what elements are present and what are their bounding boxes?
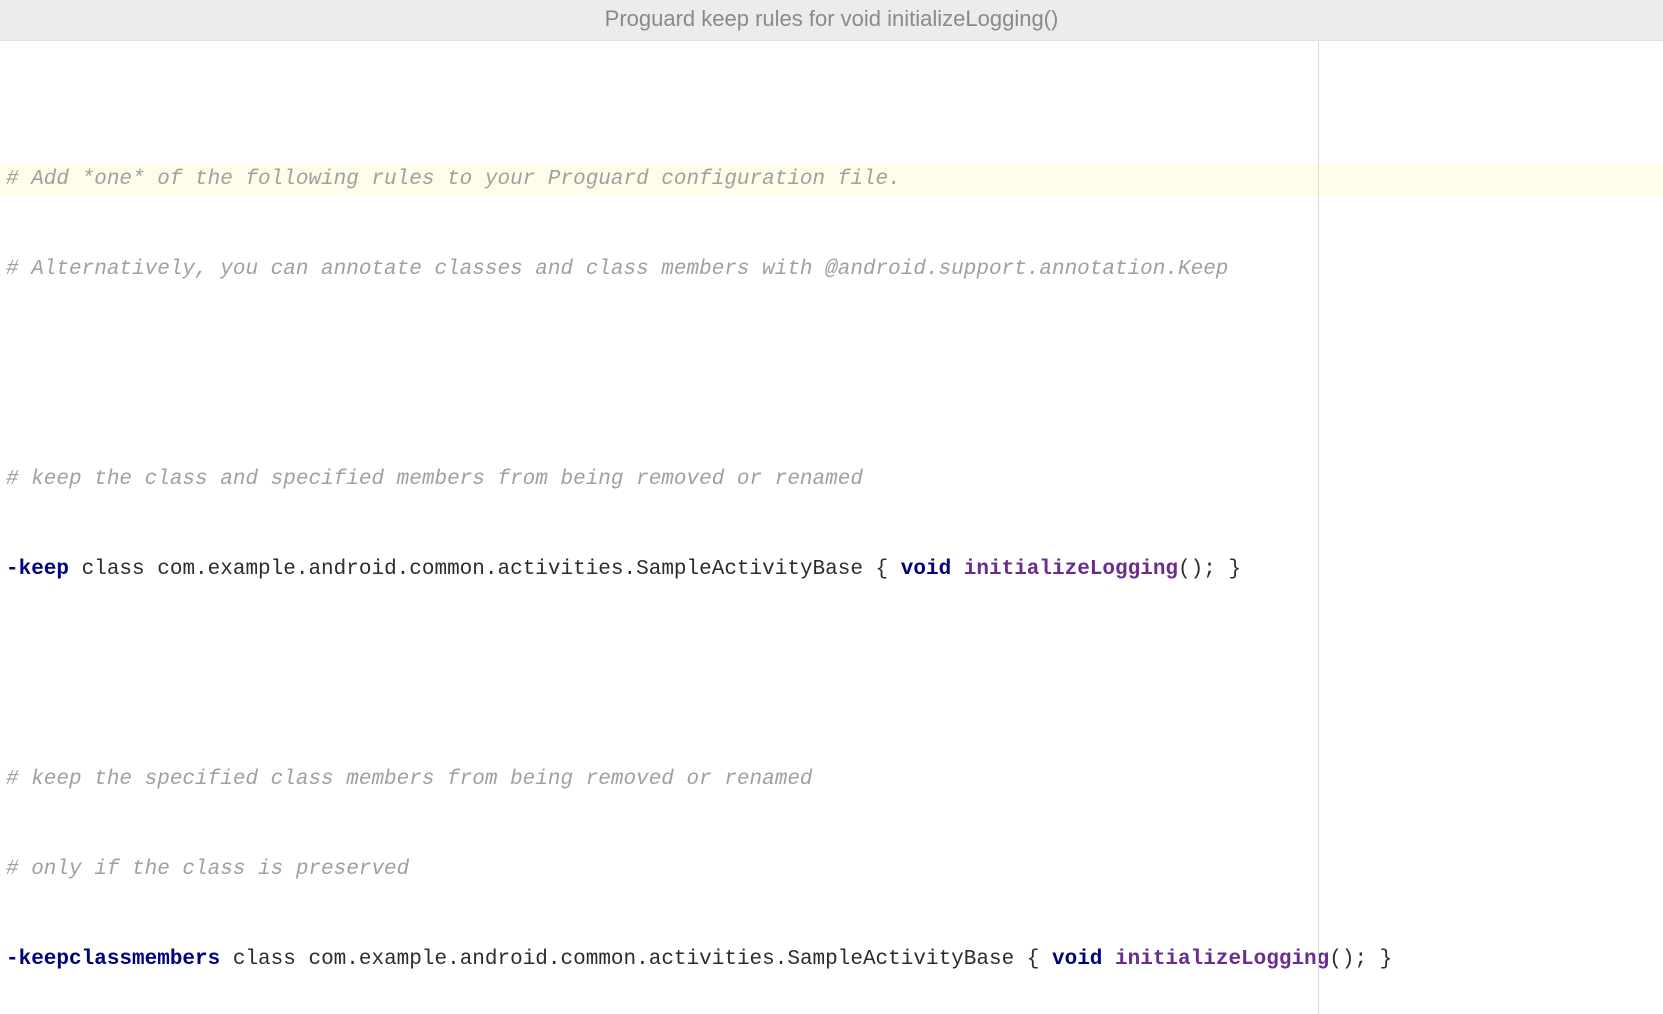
code-line: -keepclassmembers class com.example.andr…	[0, 945, 1663, 975]
code-line: # keep the specified class members from …	[0, 765, 1663, 795]
window-title: Proguard keep rules for void initializeL…	[0, 0, 1663, 41]
blank-line	[0, 345, 1663, 375]
comment-text: # only if the class is preserved	[6, 858, 409, 881]
code-line: # keep the class and specified members f…	[0, 465, 1663, 495]
comment-text: # keep the specified class members from …	[6, 768, 813, 791]
code-text: (); }	[1329, 948, 1392, 971]
code-editor[interactable]: # Add *one* of the following rules to yo…	[0, 41, 1663, 1014]
code-text: class	[69, 558, 157, 581]
keyword-void: void	[901, 558, 951, 581]
keyword-void: void	[1052, 948, 1102, 971]
code-line: # only if the class is preserved	[0, 855, 1663, 885]
proguard-directive: -keepclassmembers	[6, 948, 220, 971]
method-name: initializeLogging	[951, 558, 1178, 581]
comment-text: # Add *one* of the following rules to yo…	[6, 168, 901, 191]
code-line: -keep class com.example.android.common.a…	[0, 555, 1663, 585]
class-fqn: com.example.android.common.activities.Sa…	[308, 948, 1052, 971]
method-name: initializeLogging	[1102, 948, 1329, 971]
code-line: # Add *one* of the following rules to yo…	[0, 165, 1663, 195]
comment-text: # Alternatively, you can annotate classe…	[6, 258, 1228, 281]
comment-text: # keep the class and specified members f…	[6, 468, 863, 491]
blank-line	[0, 645, 1663, 675]
right-margin-guide	[1318, 41, 1319, 1014]
code-line: # Alternatively, you can annotate classe…	[0, 255, 1663, 285]
proguard-directive: -keep	[6, 558, 69, 581]
class-fqn: com.example.android.common.activities.Sa…	[157, 558, 901, 581]
code-text: (); }	[1178, 558, 1241, 581]
code-text: class	[220, 948, 308, 971]
